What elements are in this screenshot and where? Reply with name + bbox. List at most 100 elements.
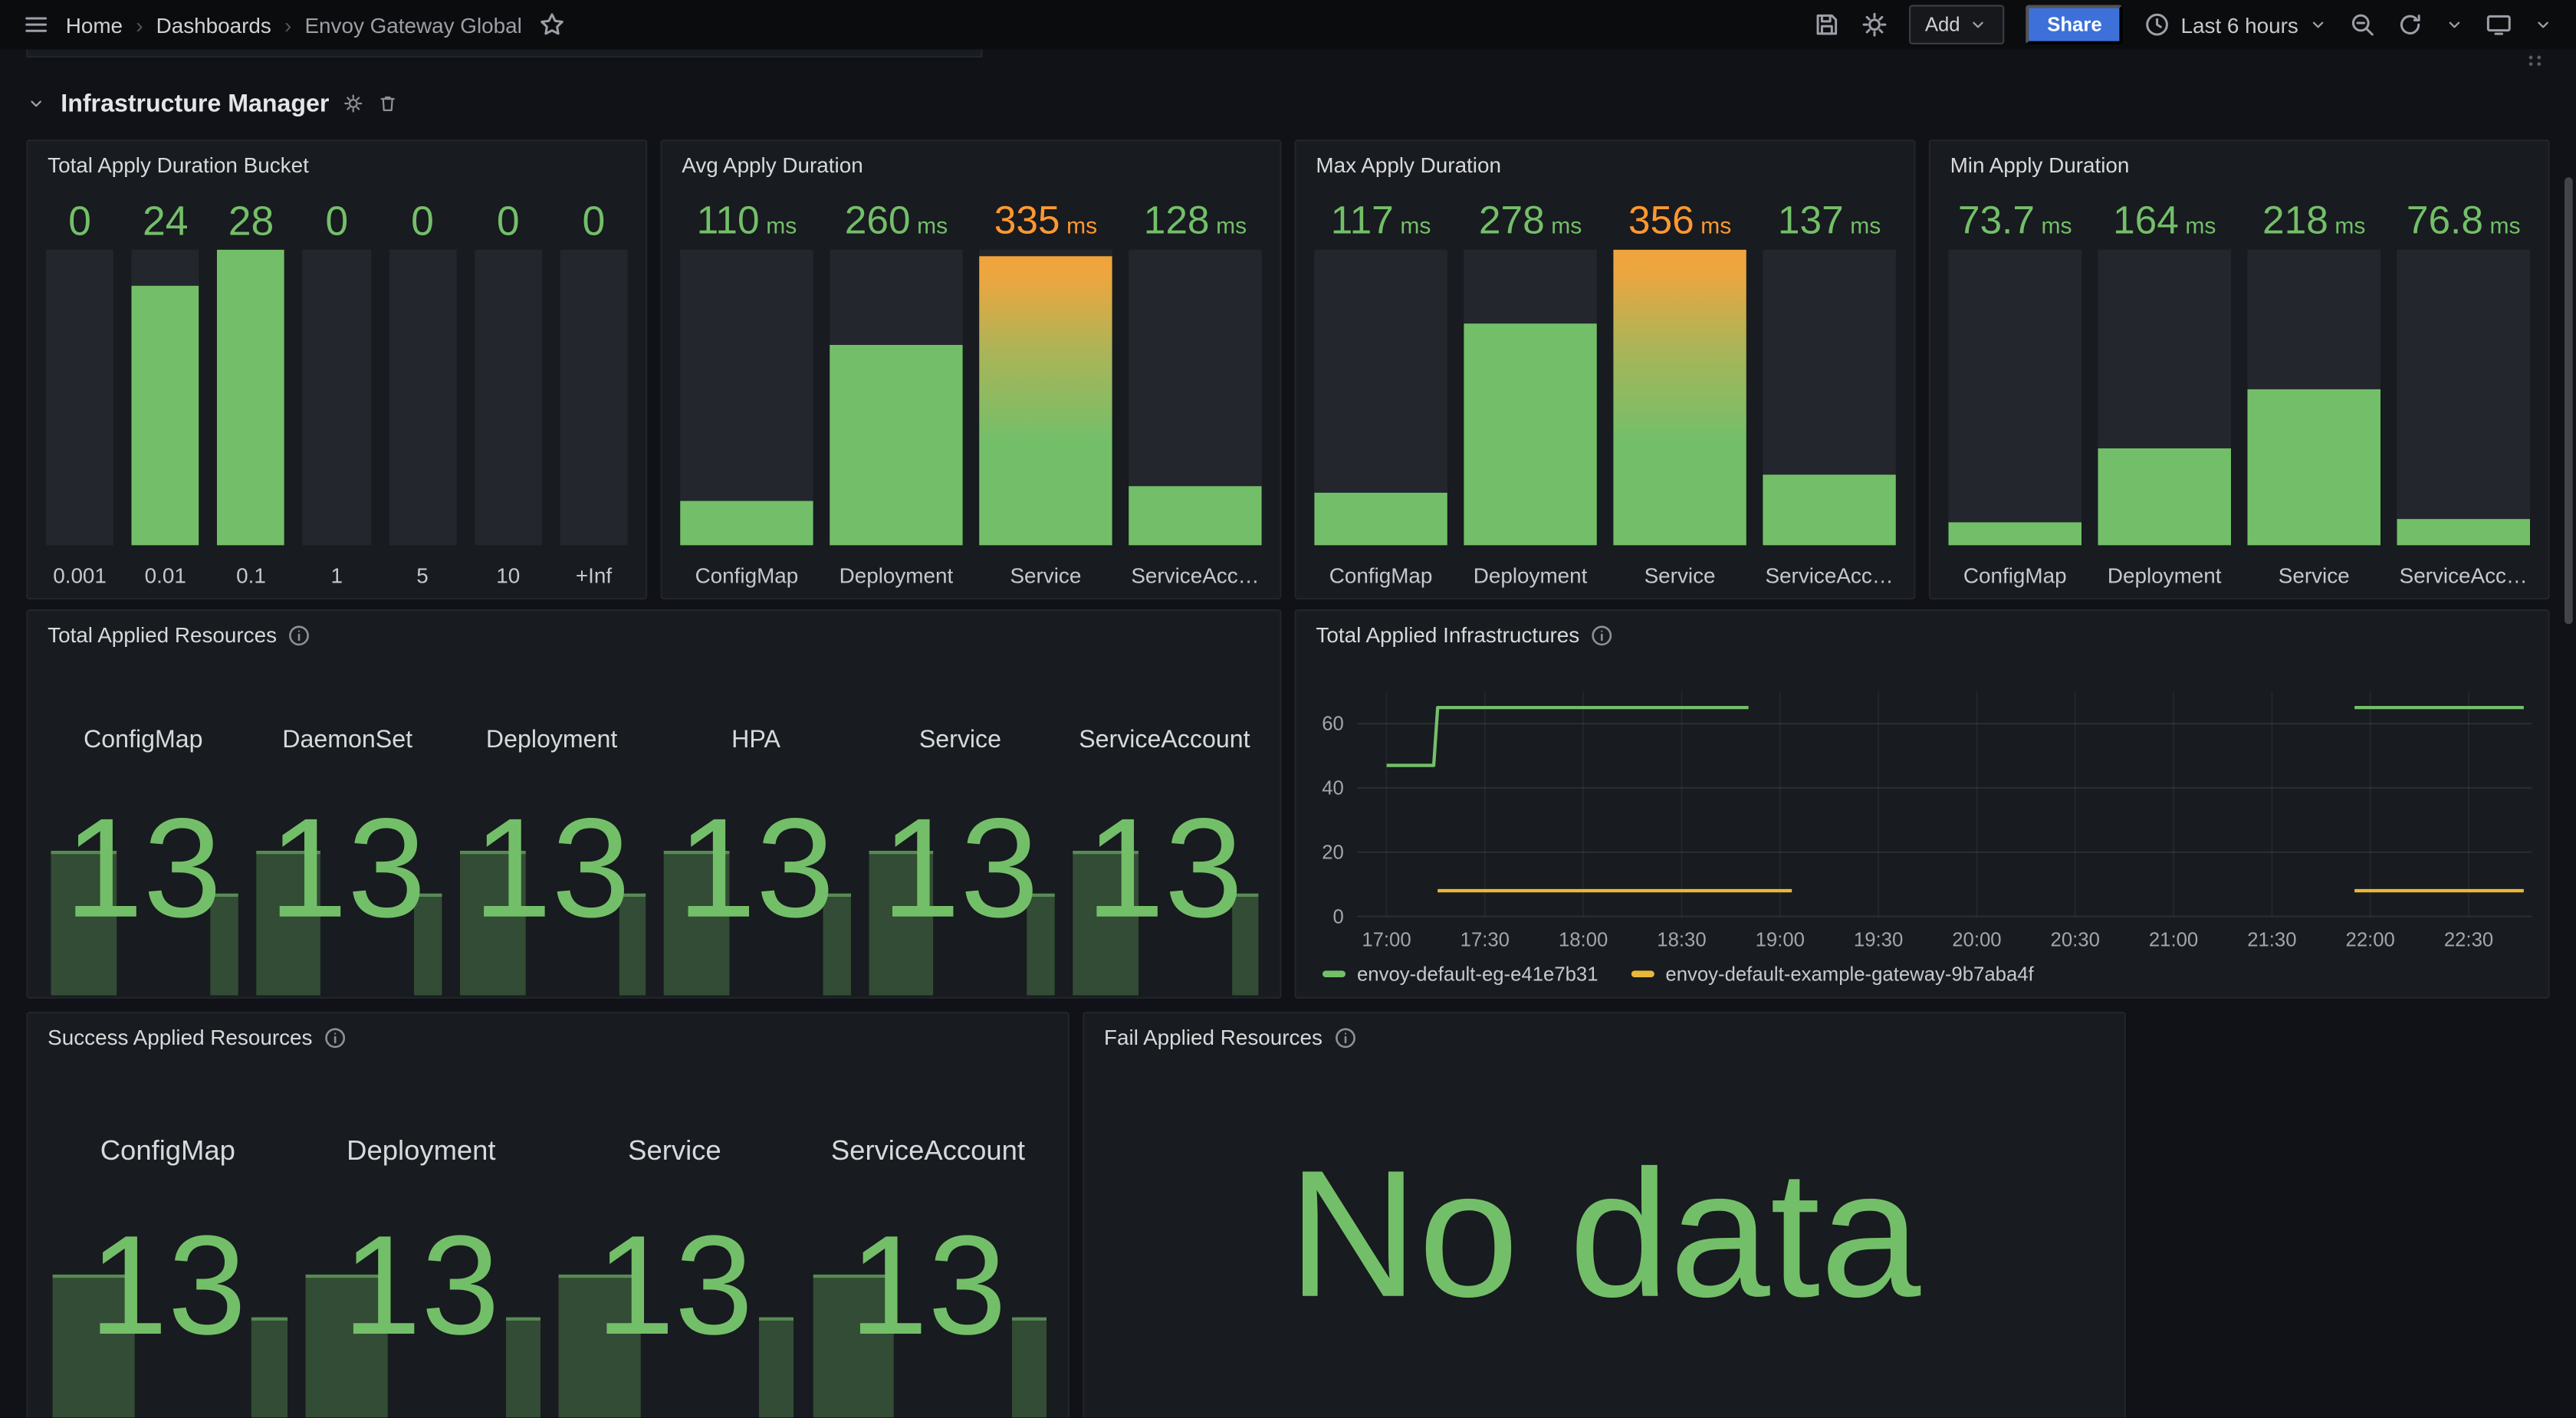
bar-track — [680, 250, 813, 546]
row-delete-trash-icon[interactable] — [379, 94, 399, 113]
bar-label: ConfigMap — [680, 545, 813, 588]
bar-value: 0 — [46, 194, 113, 250]
bar-gauge-column: 117ms ConfigMap — [1314, 194, 1447, 588]
legend-series-color — [1322, 970, 1346, 977]
bar-fill — [1129, 486, 1262, 545]
bar-value-number: 110 — [697, 194, 760, 250]
panel-avg-apply-duration: Avg Apply Duration 110ms ConfigMap 260ms… — [660, 140, 1281, 599]
breadcrumb-dashboards[interactable]: Dashboards — [156, 12, 271, 37]
collapse-navbar-chevron-icon[interactable] — [2533, 15, 2553, 34]
panel-drag-handle-icon[interactable] — [2525, 49, 2545, 79]
add-button-label: Add — [1925, 13, 1960, 36]
legend-item[interactable]: envoy-default-example-gateway-9b7aba4f — [1631, 963, 2033, 986]
bar-label: ServiceAcc… — [1129, 545, 1262, 588]
panel-title[interactable]: Avg Apply Duration — [682, 153, 863, 177]
bar-gauge-column: 356ms Service — [1613, 194, 1746, 588]
bar-gauge-column: 0 0.001 — [46, 194, 113, 588]
breadcrumb-home[interactable]: Home — [66, 12, 123, 37]
share-button[interactable]: Share — [2026, 5, 2123, 44]
menu-icon[interactable] — [23, 11, 49, 38]
scrollbar-thumb[interactable] — [2564, 177, 2573, 624]
panel-title[interactable]: Success Applied Resources — [48, 1025, 312, 1049]
stat-cell: Deployment 13 — [301, 1112, 541, 1418]
refresh-interval-caret-icon[interactable] — [2445, 15, 2465, 34]
bar-gauge-column: 335ms Service — [979, 194, 1112, 588]
svg-text:18:00: 18:00 — [1559, 929, 1608, 950]
bar-label: 5 — [389, 545, 456, 588]
bar-track — [475, 250, 542, 546]
bar-value: 76.8ms — [2397, 194, 2530, 250]
bar-fill — [2397, 519, 2530, 546]
info-icon[interactable] — [1334, 1026, 1357, 1049]
panel-title[interactable]: Total Applied Resources — [48, 622, 277, 647]
legend-item[interactable]: envoy-default-eg-e41e7b31 — [1322, 963, 1598, 986]
bar-track — [560, 250, 627, 546]
favorite-star-icon[interactable] — [538, 11, 564, 38]
stat-value: 13 — [865, 743, 1056, 996]
bar-value: 278ms — [1464, 194, 1597, 250]
kiosk-monitor-icon[interactable] — [2486, 11, 2512, 38]
bar-gauge-column: 110ms ConfigMap — [680, 194, 813, 588]
bar-value-unit: ms — [1551, 197, 1582, 253]
bar-value-unit: ms — [917, 197, 948, 253]
bar-value-number: 218 — [2262, 194, 2328, 250]
bar-value-unit: ms — [1700, 197, 1731, 253]
partial-panel-edge — [26, 49, 982, 57]
row-title[interactable]: Infrastructure Manager — [61, 90, 329, 117]
bar-gauge-column: 73.7ms ConfigMap — [1948, 194, 2082, 588]
time-series-plot: 17:0017:3018:0018:3019:0019:3020:0020:30… — [1296, 611, 2551, 1000]
bar-value: 28 — [217, 194, 284, 250]
svg-text:20:30: 20:30 — [2051, 929, 2100, 950]
legend-series-name: envoy-default-example-gateway-9b7aba4f — [1665, 963, 2033, 986]
bar-gauge-column: 24 0.01 — [132, 194, 199, 588]
bar-label: Service — [2247, 545, 2380, 588]
stat-value: 13 — [808, 1151, 1048, 1417]
info-icon[interactable] — [324, 1026, 347, 1049]
bar-track — [1613, 250, 1746, 546]
bar-value: 137ms — [1763, 194, 1896, 250]
navbar-actions: Add Share Last 6 hours — [1813, 5, 2553, 44]
panel-title[interactable]: Total Apply Duration Bucket — [48, 153, 309, 177]
svg-text:21:30: 21:30 — [2247, 929, 2296, 950]
bar-value-number: 335 — [994, 194, 1060, 250]
bar-gauge-column: 76.8ms ServiceAcc… — [2397, 194, 2530, 588]
svg-text:22:30: 22:30 — [2444, 929, 2493, 950]
add-button[interactable]: Add — [1908, 5, 2004, 44]
no-data-message: No data — [1101, 1062, 2108, 1404]
time-range-picker[interactable]: Last 6 hours — [2144, 11, 2328, 38]
svg-text:19:30: 19:30 — [1854, 929, 1903, 950]
info-icon[interactable] — [288, 623, 311, 646]
stat-value: 13 — [301, 1151, 541, 1417]
bar-gauge-column: 278ms Deployment — [1464, 194, 1597, 588]
bar-value: 0 — [475, 194, 542, 250]
zoom-out-time-icon[interactable] — [2349, 11, 2375, 38]
bar-track — [46, 250, 113, 546]
panel-title[interactable]: Max Apply Duration — [1316, 153, 1501, 177]
refresh-icon[interactable] — [2397, 11, 2423, 38]
bar-gauge-column: 128ms ServiceAcc… — [1129, 194, 1262, 588]
svg-text:60: 60 — [1322, 714, 1344, 735]
bar-label: +Inf — [560, 545, 627, 588]
panel-title[interactable]: Fail Applied Resources — [1104, 1025, 1322, 1049]
save-dashboard-icon[interactable] — [1813, 11, 1839, 38]
bar-track — [217, 250, 284, 546]
stat-cell: HPA 13 — [660, 703, 851, 995]
bar-track — [830, 250, 963, 546]
dashboard-settings-gear-icon[interactable] — [1861, 11, 1887, 38]
row-settings-gear-icon[interactable] — [344, 94, 364, 113]
bar-label: ConfigMap — [1948, 545, 2082, 588]
row-collapse-chevron-icon[interactable] — [26, 94, 46, 113]
bar-track — [2098, 250, 2231, 546]
panel-title[interactable]: Min Apply Duration — [1950, 153, 2130, 177]
svg-text:17:00: 17:00 — [1362, 929, 1411, 950]
bar-label: Service — [1613, 545, 1746, 588]
panel-max-apply-duration: Max Apply Duration 117ms ConfigMap 278ms… — [1295, 140, 1916, 599]
stat-value: 13 — [456, 743, 647, 996]
bar-value-unit: ms — [1400, 197, 1431, 253]
stat-cell: DaemonSet 13 — [252, 703, 443, 995]
bar-track — [132, 250, 199, 546]
bar-track — [303, 250, 370, 546]
bar-value: 260ms — [830, 194, 963, 250]
svg-text:20: 20 — [1322, 842, 1344, 863]
bar-value-unit: ms — [2334, 197, 2365, 253]
